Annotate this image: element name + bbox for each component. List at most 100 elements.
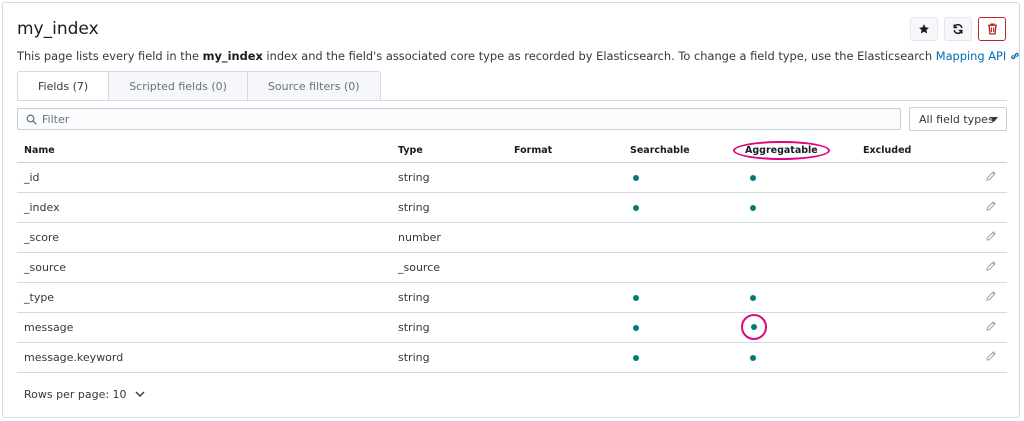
field-name: _score [17,222,398,253]
field-aggregatable [747,252,863,283]
annotation-circle: Aggregatable [733,141,830,161]
filter-input[interactable] [42,112,862,126]
pencil-icon[interactable] [985,230,997,245]
field-searchable [630,222,747,253]
field-aggregatable [747,162,863,193]
desc-prefix: This page lists every field in the [17,49,203,63]
field-name: _type [17,282,398,313]
refresh-icon [953,23,963,35]
mapping-api-link-label: Mapping API [935,49,1007,63]
field-type: string [398,192,514,223]
field-name: message [17,312,398,343]
pencil-icon[interactable] [985,320,997,335]
aggregatable-indicator [750,204,756,211]
field-aggregatable [747,192,863,223]
table-row: _id string [17,162,1007,193]
pencil-icon[interactable] [985,290,997,305]
field-searchable [630,162,747,193]
field-searchable [630,252,747,283]
field-excluded [863,312,967,343]
rows-per-page-label: Rows per page: 10 [24,388,127,401]
field-aggregatable [747,282,863,313]
field-format [514,342,630,373]
field-excluded [863,342,967,373]
pencil-icon[interactable] [985,260,997,275]
field-aggregatable [741,312,863,343]
trash-icon [987,23,997,35]
field-format [514,282,630,313]
delete-index-pattern-button[interactable] [978,17,1006,41]
searchable-indicator [633,324,639,331]
field-type: string [398,162,514,193]
searchable-indicator [633,354,639,361]
field-searchable [630,342,747,373]
filter-box [17,108,901,130]
searchable-indicator [633,174,639,181]
column-header-actions [967,140,1007,163]
aggregatable-indicator [750,354,756,361]
tab-source-filters[interactable]: Source filters (0) [247,71,381,101]
field-format [514,192,630,223]
search-icon [26,114,37,125]
field-name: _source [17,252,398,283]
field-type: _source [398,252,514,283]
field-excluded [863,252,967,283]
field-name: message.keyword [17,342,398,373]
field-aggregatable [747,342,863,373]
column-header-searchable[interactable]: Searchable [630,140,747,163]
tab-scripted-fields[interactable]: Scripted fields (0) [109,71,248,101]
column-header-excluded[interactable]: Excluded [863,140,967,163]
field-excluded [863,222,967,253]
column-header-name[interactable]: Name [17,140,398,163]
page-title: my_index [17,19,99,39]
mapping-api-link[interactable]: Mapping API [936,49,1020,63]
field-searchable [630,192,747,223]
table-row: _type string [17,282,1007,313]
desc-middle: index and the field's associated core ty… [262,49,936,63]
chevron-down-icon [135,391,145,398]
field-type: string [398,282,514,313]
table-row: _score number [17,222,1007,253]
column-header-type[interactable]: Type [398,140,514,163]
column-header-aggregatable[interactable]: Aggregatable [733,140,863,163]
field-type: string [398,312,514,343]
field-format [514,312,630,343]
table-row: message string [17,312,1007,343]
field-name: _id [17,162,398,193]
star-icon [919,24,929,34]
field-actions [967,162,1007,193]
field-tabs: Fields (7) Scripted fields (0) Source fi… [17,71,381,101]
field-excluded [863,282,967,313]
column-header-format[interactable]: Format [514,140,630,163]
field-actions [967,342,1007,373]
pencil-icon[interactable] [985,170,997,185]
field-actions [967,222,1007,253]
field-actions [967,252,1007,283]
field-searchable [630,312,747,343]
page-description: This page lists every field in the my_in… [17,49,1020,63]
field-excluded [863,192,967,223]
rows-per-page-button[interactable]: Rows per page: 10 [24,388,145,401]
favorite-button[interactable] [910,17,938,41]
pencil-icon[interactable] [985,200,997,215]
aggregatable-indicator [750,294,756,301]
table-header-row: Name Type Format Searchable Aggregatable… [17,140,1007,163]
tabs-divider [17,100,1007,101]
field-format [514,252,630,283]
searchable-indicator [633,294,639,301]
table-row: message.keyword string [17,342,1007,373]
refresh-fields-button[interactable] [944,17,972,41]
tab-fields[interactable]: Fields (7) [17,71,110,101]
field-name: _index [17,192,398,223]
field-format [514,162,630,193]
aggregatable-indicator [750,174,756,181]
field-type-select[interactable]: All field types [909,107,1007,131]
field-aggregatable [747,222,863,253]
table-row: _source _source [17,252,1007,283]
searchable-indicator [633,204,639,211]
field-excluded [863,162,967,193]
pencil-icon[interactable] [985,350,997,365]
field-format [514,222,630,253]
field-type: string [398,342,514,373]
field-type-select-value: All field types [919,112,994,126]
